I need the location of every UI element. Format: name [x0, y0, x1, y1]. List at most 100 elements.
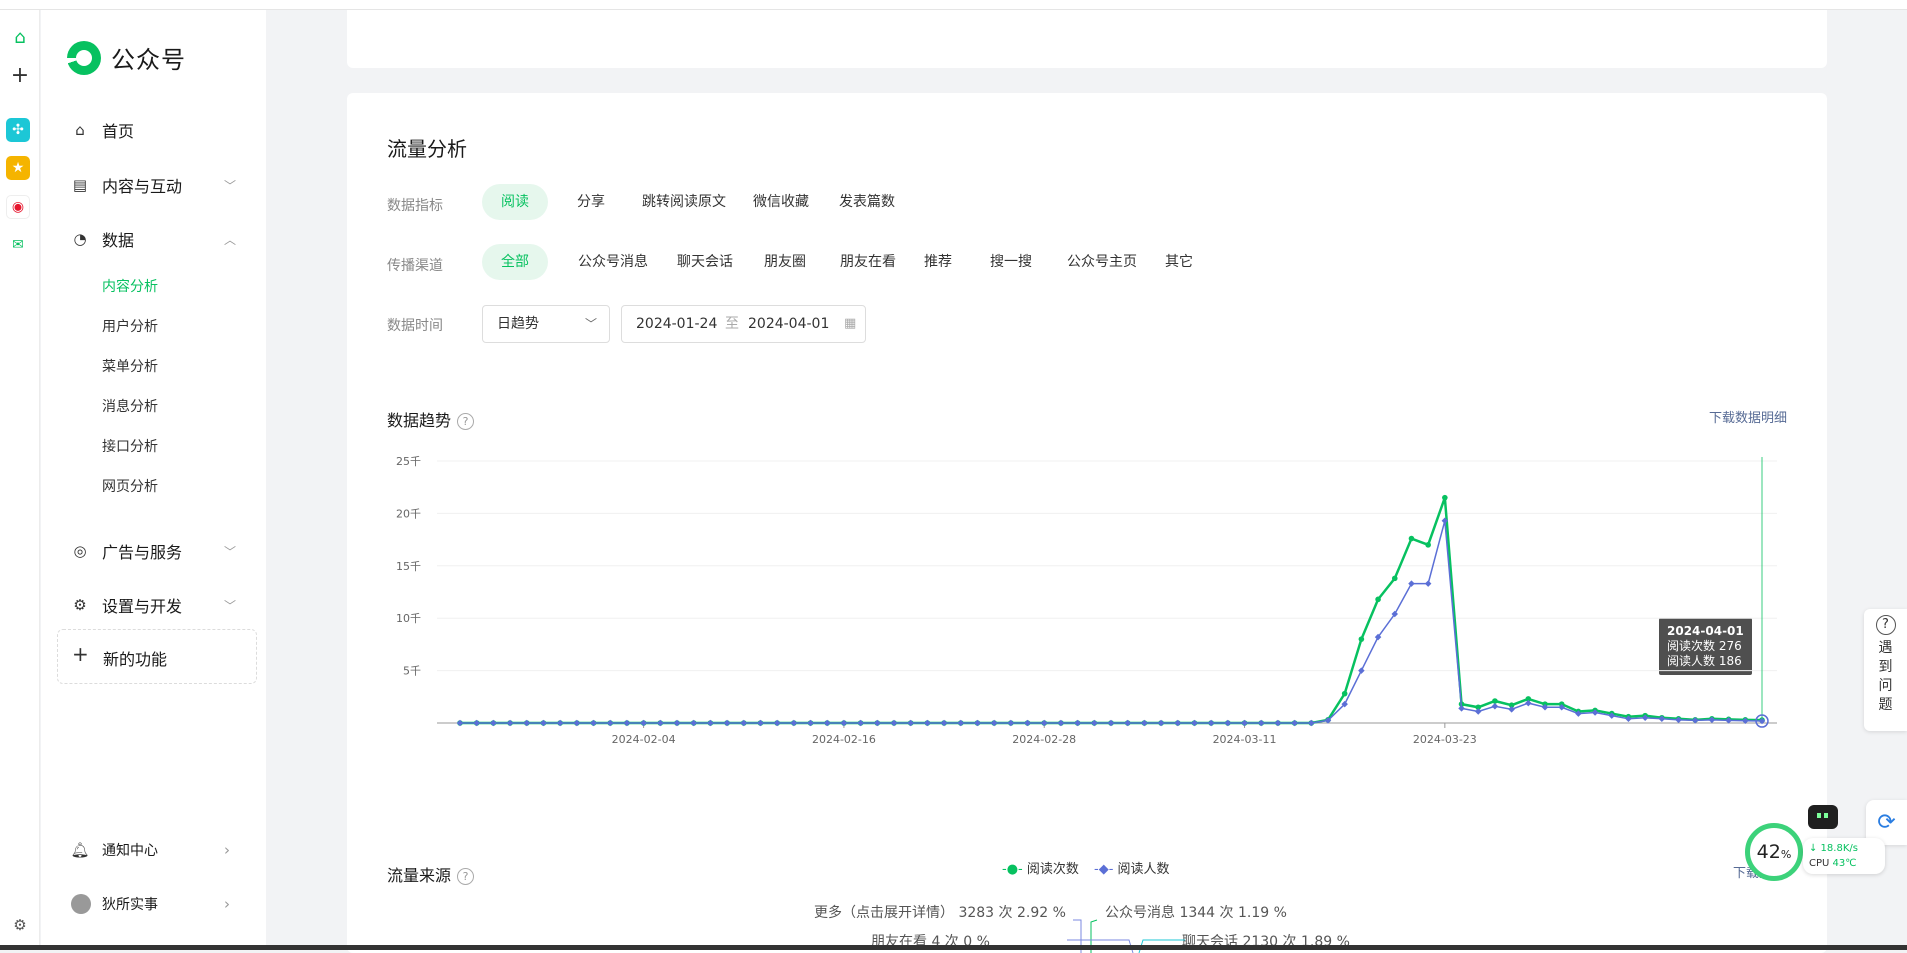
data-point-readers	[490, 719, 497, 727]
metric-read[interactable]: 阅读	[482, 184, 548, 220]
nav-settings[interactable]: ⚙ 设置与开发 ﹀	[41, 585, 266, 625]
metric-share[interactable]: 分享	[558, 184, 624, 220]
channel-homepage[interactable]: 公众号主页	[1048, 244, 1156, 280]
sub-api-analysis[interactable]: 接口分析	[102, 436, 158, 456]
legend-readers[interactable]: -◆- 阅读人数	[1094, 858, 1170, 877]
logo-text: 公众号	[111, 46, 186, 74]
data-point-readers	[1308, 719, 1315, 727]
channel-all[interactable]: 全部	[482, 244, 548, 280]
y-tick-label: 25千	[396, 455, 421, 468]
data-point-readers	[740, 719, 748, 727]
system-monitor[interactable]: 42% ↓ 18.8K/s CPU 43℃	[1745, 823, 1890, 881]
data-point-readers	[924, 719, 931, 727]
metric-posts[interactable]: 发表篇数	[820, 184, 914, 220]
legend-reads[interactable]: -●- 阅读次数	[1002, 858, 1079, 877]
chevron-right-icon: ›	[224, 895, 230, 913]
channel-moments[interactable]: 朋友圈	[745, 244, 825, 280]
sub-user-analysis[interactable]: 用户分析	[102, 316, 158, 336]
data-point-reads	[1341, 690, 1348, 697]
data-point-readers	[1474, 708, 1482, 715]
legend-readers-label: 阅读人数	[1117, 862, 1170, 877]
date-range-picker[interactable]: 2024-01-24 至 2024-04-01 ▦	[621, 305, 866, 343]
settings-gear-icon[interactable]: ⚙	[5, 910, 35, 940]
top-card	[347, 10, 1827, 68]
data-point-readers	[1224, 719, 1232, 727]
nav-ads[interactable]: ◎ 广告与服务 ﹀	[41, 531, 266, 571]
sidebar: 公众号 ⌂ 首页 ▤ 内容与互动 ﹀ ◔ 数据 ︿ 内容分析 用户分析 菜单分析…	[41, 10, 266, 945]
help-icon[interactable]: ?	[457, 413, 475, 430]
metric-jump[interactable]: 跳转阅读原文	[623, 184, 745, 220]
help-icon[interactable]: ?	[457, 868, 475, 885]
nav-data-label: 数据	[102, 231, 135, 250]
data-point-readers	[940, 719, 948, 727]
pie-chart-icon: ◔	[73, 230, 87, 248]
data-point-readers	[1257, 719, 1265, 727]
nav-account[interactable]: 狄所实事 ›	[41, 884, 266, 924]
sub-menu-analysis[interactable]: 菜单分析	[102, 356, 158, 376]
x-tick-label: 2024-02-28	[1012, 733, 1076, 746]
star-app-icon[interactable]: ★	[6, 156, 30, 180]
data-point-readers	[1241, 719, 1248, 727]
help-text-4: 题	[1878, 697, 1893, 713]
document-icon: ▤	[72, 176, 88, 194]
date-separator: 至	[725, 316, 739, 332]
data-point-readers	[590, 719, 597, 727]
data-point-reads	[1358, 636, 1365, 642]
sub-message-analysis[interactable]: 消息分析	[102, 396, 158, 416]
cpu-line: CPU 43℃	[1809, 856, 1879, 871]
app-teal-icon[interactable]: ✣	[6, 118, 30, 142]
nav-settings-label: 设置与开发	[102, 597, 183, 616]
data-point-readers	[1207, 719, 1215, 727]
data-point-readers	[790, 719, 798, 727]
memory-ring: 42%	[1745, 823, 1803, 881]
nav-data[interactable]: ◔ 数据 ︿	[41, 219, 266, 259]
nav-content[interactable]: ▤ 内容与互动 ﹀	[41, 165, 266, 205]
cpu-temp: 43℃	[1832, 858, 1857, 869]
channel-chat[interactable]: 聊天会话	[658, 244, 752, 280]
nav-home-label: 首页	[102, 122, 135, 141]
download-detail-link[interactable]: 下载数据明细	[1709, 407, 1787, 426]
nav-home[interactable]: ⌂ 首页	[41, 110, 266, 150]
data-point-readers	[1040, 719, 1048, 727]
legend-readers-marker: -◆-	[1094, 862, 1114, 877]
mail-icon[interactable]: ✉	[6, 233, 30, 257]
help-float-button[interactable]: ? 遇 到 问 题	[1864, 609, 1907, 731]
data-point-readers	[1157, 719, 1165, 727]
sub-content-analysis[interactable]: 内容分析	[102, 276, 158, 296]
data-point-readers	[540, 719, 547, 727]
channel-recommend[interactable]: 推荐	[905, 244, 971, 280]
trend-mode-value: 日趋势	[497, 316, 539, 332]
bell-icon: 🔔︎	[70, 841, 90, 859]
sub-web-analysis[interactable]: 网页分析	[102, 476, 158, 496]
trend-mode-select[interactable]: 日趋势 ﹀	[482, 305, 610, 343]
nav-notice[interactable]: 🔔︎ 通知中心 ›	[41, 830, 266, 870]
data-point-reads	[1425, 542, 1431, 548]
nav-account-label: 狄所实事	[102, 897, 158, 913]
chevron-down-icon: ﹀	[224, 598, 237, 613]
data-point-readers	[473, 719, 480, 727]
home-icon[interactable]: ⌂	[5, 22, 35, 52]
plus-icon[interactable]: +	[5, 60, 35, 90]
channel-other[interactable]: 其它	[1146, 244, 1212, 280]
app-icon-rail: ⌂ + ✣ ★ ◉ ✉ ⚙	[0, 10, 40, 945]
series-line-reads	[460, 497, 1763, 725]
data-point-readers	[907, 719, 914, 727]
channel-msg[interactable]: 公众号消息	[559, 244, 667, 280]
data-point-readers	[874, 719, 881, 727]
trend-chart[interactable]: 25千 20千 15千 10千 5千 2024-02-04 2024-02-16 2024-0…	[377, 443, 1877, 833]
series-line-readers	[460, 520, 1763, 724]
net-speed: ↓ 18.8K/s	[1809, 841, 1879, 856]
data-point-readers	[990, 719, 998, 727]
y-tick-label: 15千	[396, 560, 421, 573]
cpu-label: CPU	[1809, 858, 1830, 869]
new-feature-button[interactable]: + 新的功能	[57, 629, 257, 684]
channel-friend-watch[interactable]: 朋友在看	[821, 244, 915, 280]
metric-favorite[interactable]: 微信收藏	[734, 184, 828, 220]
channel-search[interactable]: 搜一搜	[971, 244, 1051, 280]
source-more[interactable]: 更多（点击展开详情） 3283 次 2.92 %	[814, 902, 1066, 922]
x-tick-label: 2024-03-23	[1413, 733, 1477, 746]
weibo-icon[interactable]: ◉	[6, 195, 30, 219]
data-point-readers	[1074, 719, 1081, 727]
home-icon: ⌂	[75, 121, 85, 139]
calendar-icon: ▦	[844, 316, 857, 331]
